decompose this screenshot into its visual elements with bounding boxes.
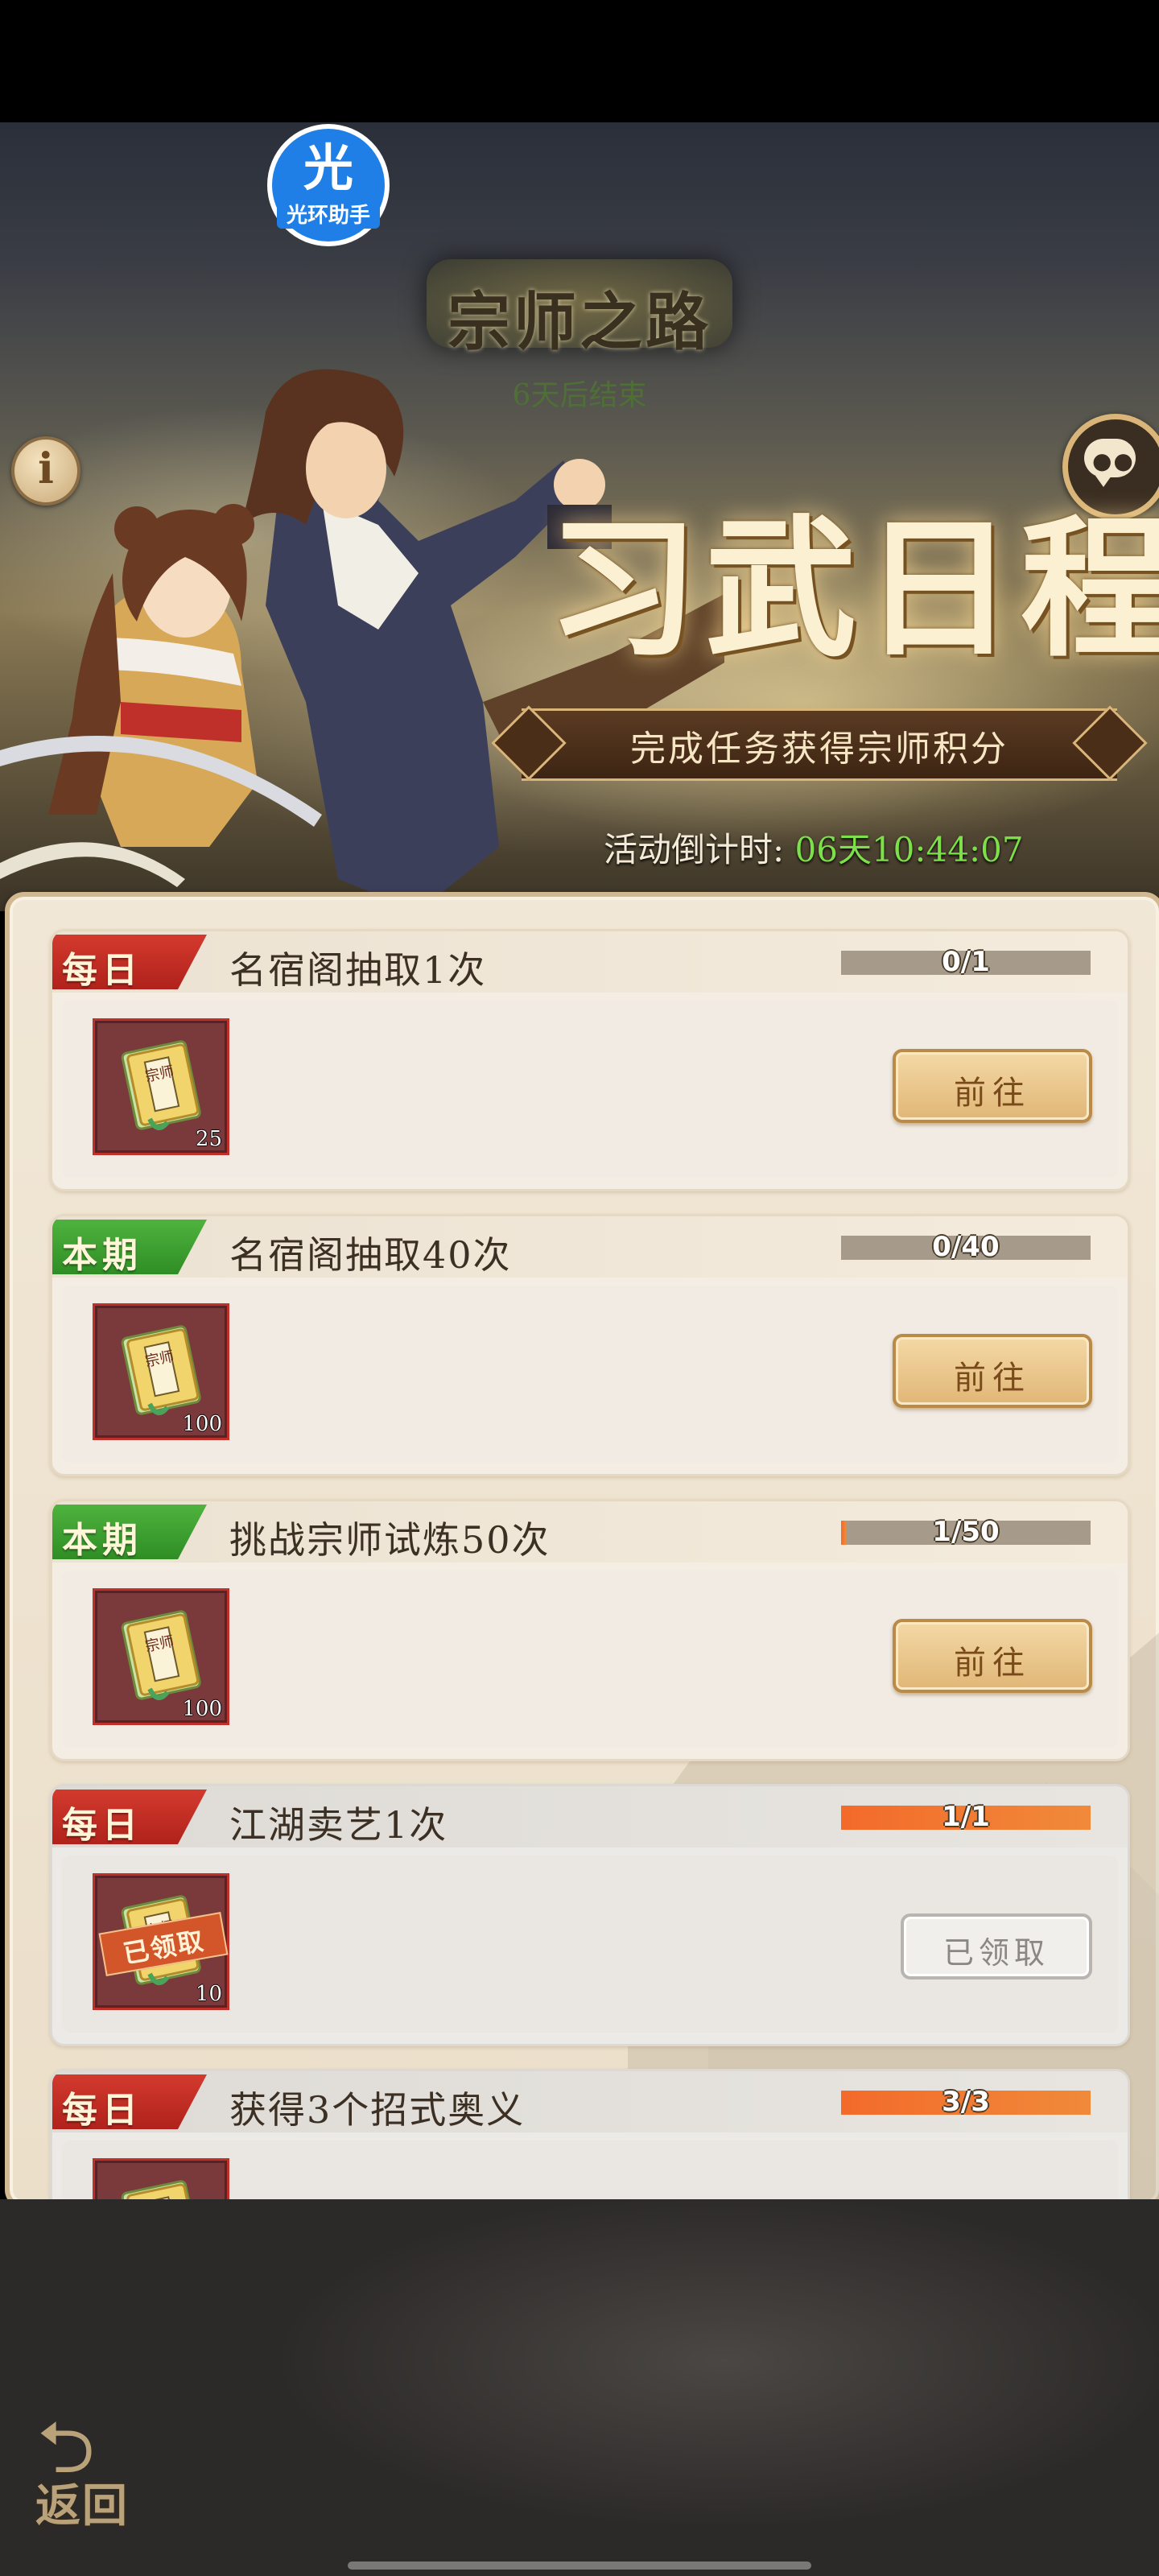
subtitle-ribbon: 完成任务获得宗师积分 (491, 700, 1148, 784)
task-card[interactable]: 每日 江湖卖艺1次 1/1 宗师10已领取 已领取 (50, 1784, 1130, 2046)
progress-text: 0/1 (942, 946, 990, 978)
reward-item[interactable]: 宗师10已领取 (93, 1873, 229, 2010)
task-tag: 每日 (52, 2074, 207, 2131)
progress-text: 1/50 (932, 1516, 1000, 1548)
task-tag-label: 本期 (62, 1235, 142, 1276)
task-tag-label: 本期 (62, 1520, 142, 1561)
go-button[interactable]: 前往 (893, 1619, 1092, 1693)
status-bar (0, 0, 1159, 122)
back-button[interactable]: ⮌ 返回 (29, 2412, 142, 2533)
task-tag: 每日 (52, 935, 207, 991)
reward-item[interactable]: 宗师 25 (93, 1018, 229, 1155)
task-card[interactable]: 每日获得3个招式奥义3/3宗师 (50, 2069, 1130, 2204)
countdown-value: 06天10:44:07 (794, 830, 1024, 869)
task-title: 挑战宗师试炼50次 (229, 1518, 551, 1562)
claimed-button[interactable]: 已领取 (901, 1913, 1092, 1979)
progress-text: 0/40 (932, 1231, 1000, 1263)
reward-item[interactable]: 宗师 100 (93, 1588, 229, 1725)
reward-quantity: 100 (182, 1697, 222, 1721)
button-label: 已领取 (942, 1935, 1050, 1971)
task-title: 名宿阁抽取1次 (229, 948, 487, 992)
event-title-plaque: 宗师之路 6天后结束 (378, 243, 781, 412)
scroll-book-icon: 宗师 (121, 1325, 201, 1415)
scroll-book-icon: 宗师 (121, 1040, 201, 1130)
task-title: 获得3个招式奥义 (229, 2088, 526, 2132)
task-body: 宗师 25 前往 (62, 1001, 1118, 1178)
bottom-background (0, 2199, 1159, 2576)
reward-quantity: 100 (182, 1412, 222, 1436)
task-tag-label: 每日 (62, 2090, 142, 2131)
schedule-title: 习武日程 (547, 500, 1159, 678)
task-progress-bar: 1/1 (841, 1801, 1091, 1833)
task-tag: 每日 (52, 1790, 207, 1846)
task-title: 江湖卖艺1次 (229, 1803, 448, 1847)
task-body: 宗师10已领取 已领取 (62, 1856, 1118, 2033)
task-card[interactable]: 每日 名宿阁抽取1次 0/1 宗师 25 前往 (50, 929, 1130, 1191)
progress-text: 1/1 (942, 1801, 990, 1833)
task-header: 本期 挑战宗师试炼50次 1/50 (52, 1501, 1128, 1563)
task-header: 本期 名宿阁抽取40次 0/40 (52, 1216, 1128, 1278)
event-title: 宗师之路 (447, 286, 711, 359)
button-label: 前往 (954, 1645, 1031, 1682)
event-countdown: 活动倒计时: 06天10:44:07 (604, 823, 1119, 871)
back-label: 返回 (35, 2479, 129, 2533)
task-progress-bar: 0/1 (841, 946, 1091, 978)
task-title: 名宿阁抽取40次 (229, 1233, 512, 1277)
task-progress-bar: 1/50 (841, 1516, 1091, 1548)
progress-text: 3/3 (942, 2086, 990, 2118)
task-list[interactable]: 每日 名宿阁抽取1次 0/1 宗师 25 前往 本期 名宿阁抽取40次 0/40 宗师 100 前往本… (10, 897, 1159, 2204)
assistant-app-badge[interactable]: 光 光环助手 (266, 122, 391, 248)
event-banner: 光 光环助手 宗师之路 6天后结束 i ●●● 习武日程 完成任务获得宗师积分 … (0, 122, 1159, 911)
reward-quantity: 25 (195, 1127, 222, 1151)
reward-item[interactable]: 宗师 100 (93, 1303, 229, 1440)
go-button[interactable]: 前往 (893, 1334, 1092, 1408)
event-end-notice: 6天后结束 (512, 379, 647, 412)
task-header: 每日 名宿阁抽取1次 0/1 (52, 931, 1128, 993)
task-progress-bar: 3/3 (841, 2086, 1091, 2118)
svg-text:光环助手: 光环助手 (286, 204, 370, 228)
task-header: 每日 获得3个招式奥义 3/3 (52, 2071, 1128, 2132)
task-progress-bar: 0/40 (841, 1231, 1091, 1263)
task-body: 宗师 100 前往 (62, 1571, 1118, 1748)
countdown-label: 活动倒计时: (604, 830, 785, 869)
scroll-book-icon: 宗师 (121, 1610, 201, 1700)
home-indicator[interactable] (348, 2562, 811, 2570)
info-button[interactable]: i (11, 436, 80, 506)
assistant-logo-icon: 光 光环助手 (267, 124, 390, 246)
info-icon: i (38, 444, 54, 493)
go-button[interactable]: 前往 (893, 1049, 1092, 1123)
task-header: 每日 江湖卖艺1次 1/1 (52, 1786, 1128, 1847)
task-tag-label: 每日 (62, 1805, 142, 1846)
button-label: 前往 (954, 1075, 1031, 1112)
task-tag: 本期 (52, 1220, 207, 1276)
task-card[interactable]: 本期 挑战宗师试炼50次 1/50 宗师 100 前往 (50, 1499, 1130, 1761)
chat-dots-icon: ●●● (1092, 448, 1157, 474)
task-tag-label: 每日 (62, 950, 142, 991)
task-card[interactable]: 本期 名宿阁抽取40次 0/40 宗师 100 前往 (50, 1214, 1130, 1476)
task-body: 宗师 100 前往 (62, 1286, 1118, 1463)
button-label: 前往 (954, 1360, 1031, 1397)
svg-text:光: 光 (303, 138, 353, 197)
task-tag: 本期 (52, 1505, 207, 1561)
subtitle-text: 完成任务获得宗师积分 (630, 729, 1008, 770)
task-panel[interactable]: 每日 名宿阁抽取1次 0/1 宗师 25 前往 本期 名宿阁抽取40次 0/40 宗师 100 前往本… (5, 892, 1159, 2209)
reward-quantity: 10 (195, 1982, 222, 2006)
